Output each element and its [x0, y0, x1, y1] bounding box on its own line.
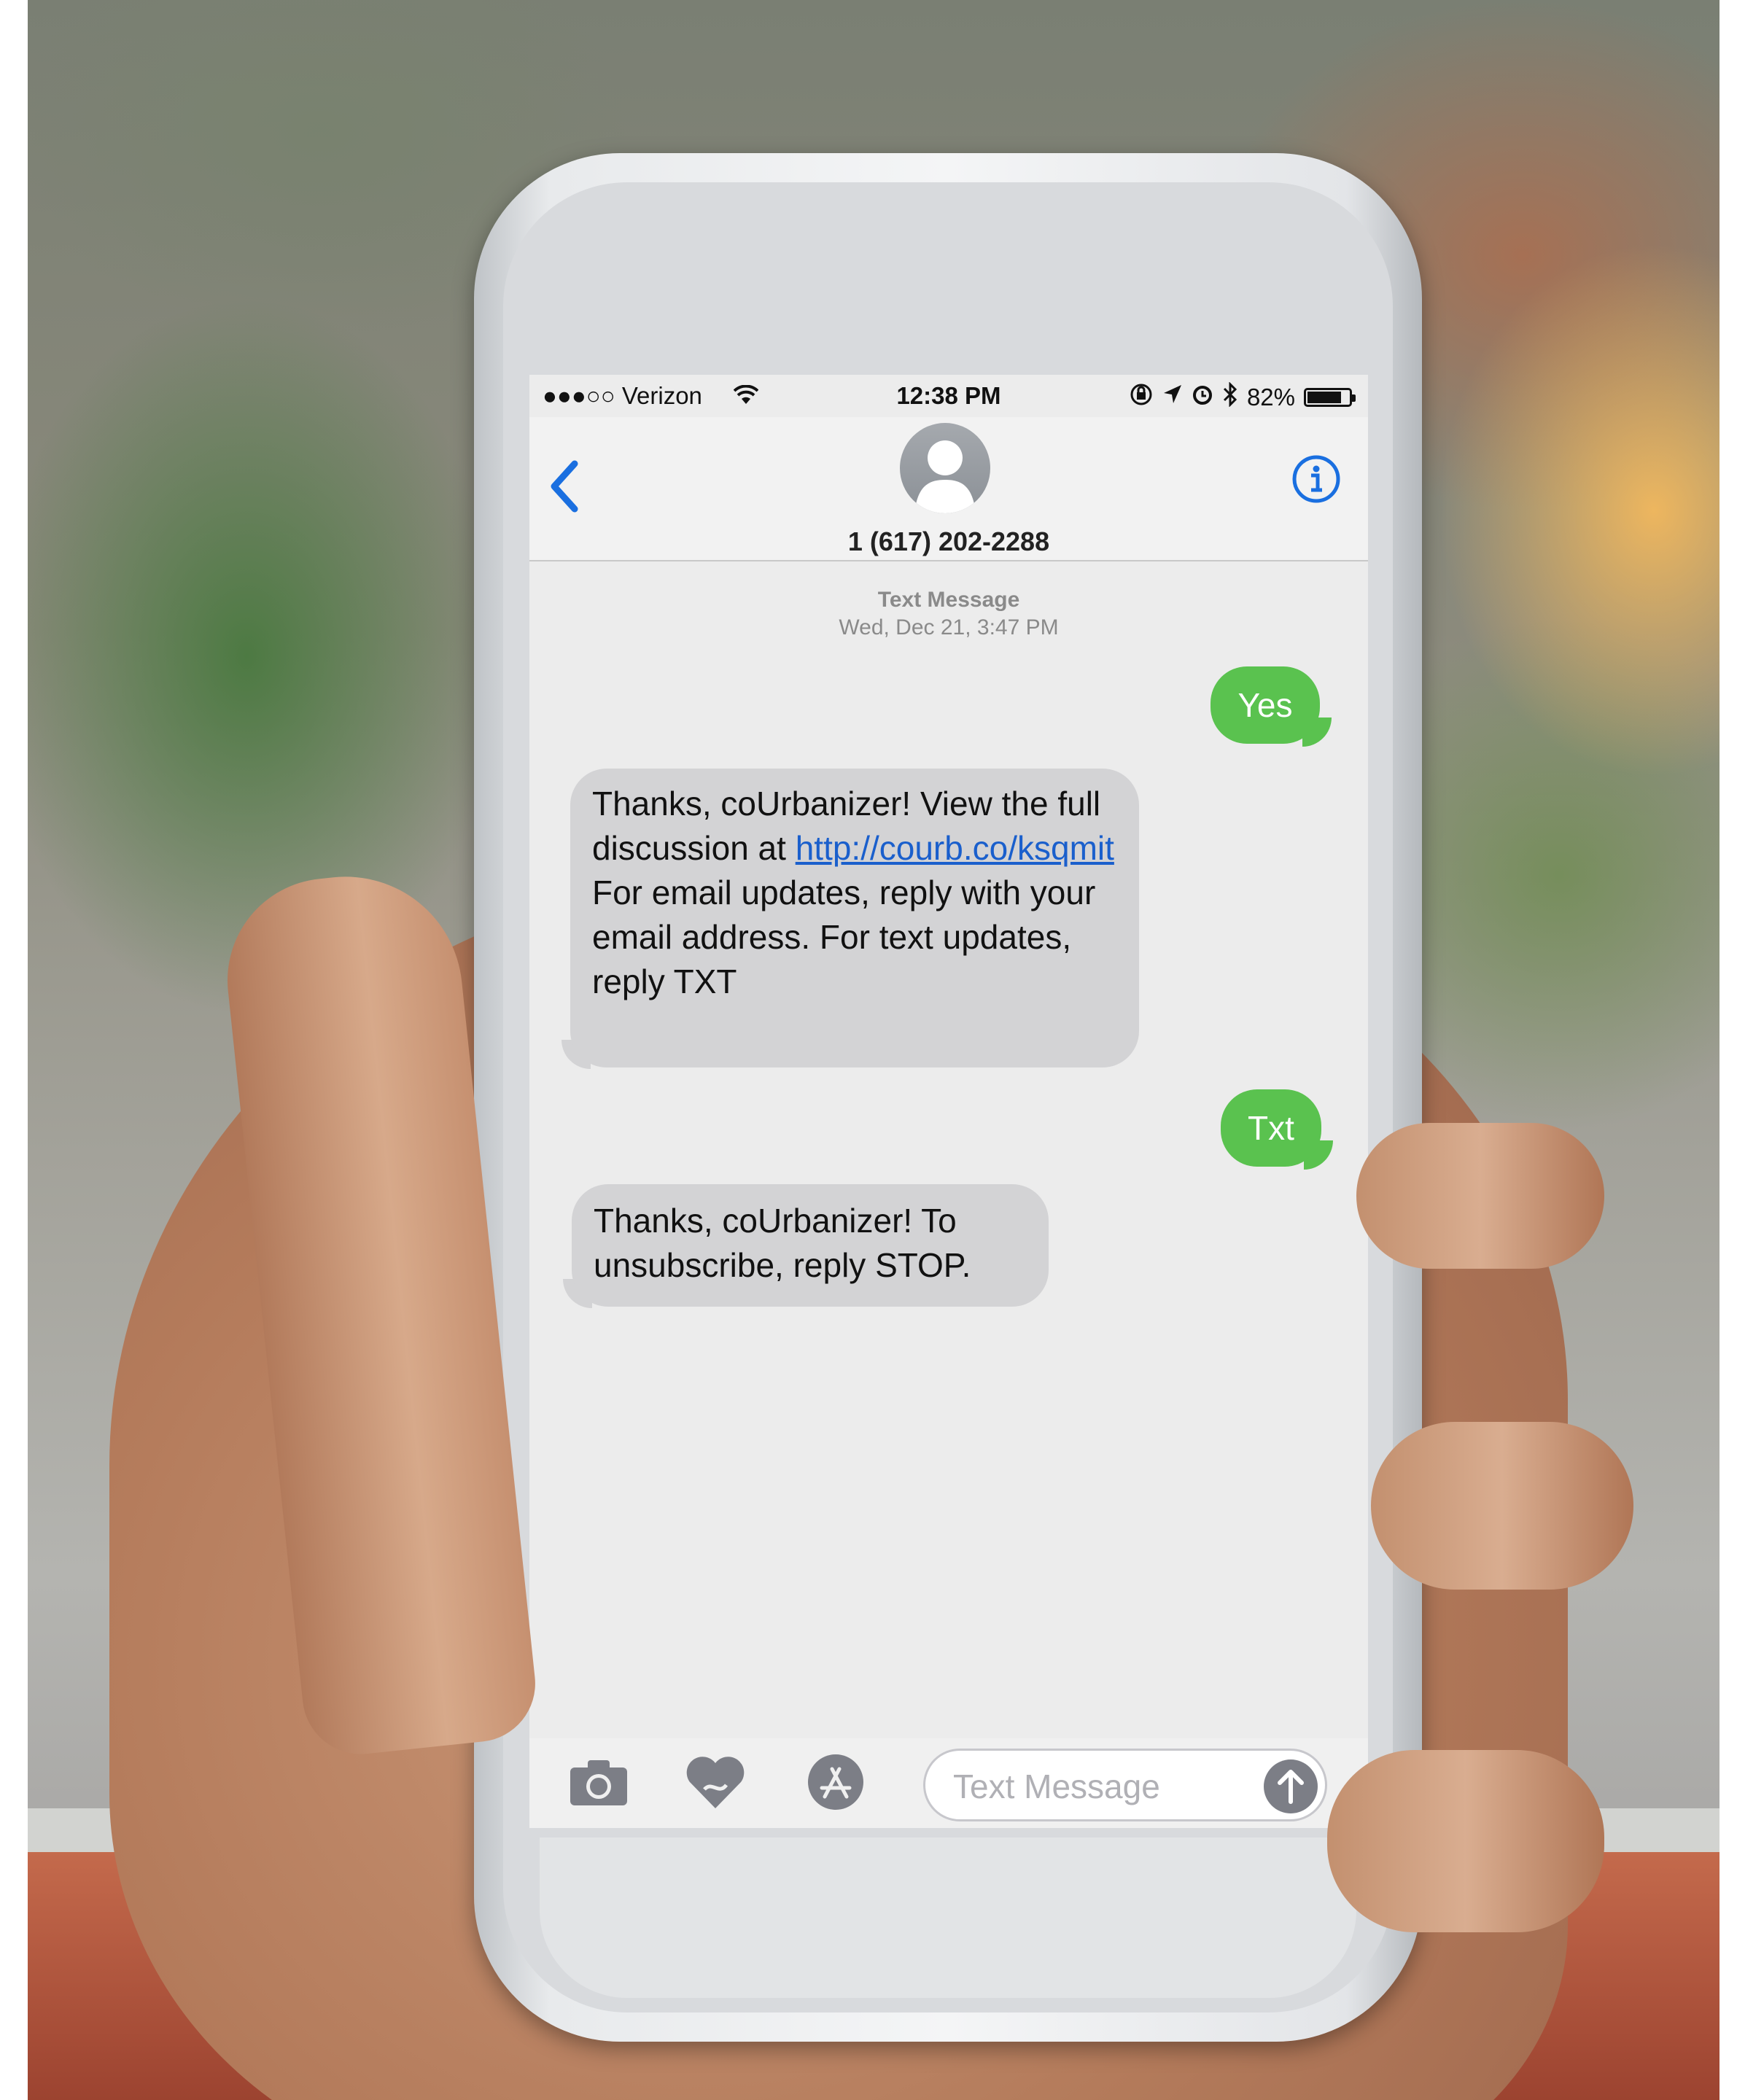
- send-arrow-icon[interactable]: [1264, 1759, 1318, 1813]
- phone-screen: ●●●○○ Verizon 12:38 PM 82% 1 (617) 202-2…: [529, 375, 1368, 1828]
- outgoing-message[interactable]: Yes: [1211, 666, 1320, 744]
- thread-timestamp: Text Message Wed, Dec 21, 3:47 PM: [529, 586, 1368, 642]
- message-text: Txt: [1248, 1108, 1294, 1147]
- finger: [1327, 1750, 1604, 1932]
- camera-icon[interactable]: [566, 1753, 632, 1811]
- incoming-message[interactable]: Thanks, coUrbanizer! To unsubscribe, rep…: [572, 1184, 1049, 1307]
- thread-date: Wed, Dec 21, 3:47 PM: [839, 615, 1059, 639]
- message-input[interactable]: [952, 1764, 1246, 1809]
- phone-chin: [540, 1838, 1356, 1998]
- status-indicators: 82%: [1129, 381, 1356, 413]
- app-store-icon[interactable]: [803, 1753, 868, 1811]
- rotation-lock-icon: [1129, 382, 1154, 413]
- info-icon[interactable]: [1291, 454, 1342, 505]
- contact-avatar[interactable]: [900, 423, 990, 513]
- battery-nub: [1352, 394, 1356, 402]
- bluetooth-icon: [1222, 381, 1238, 413]
- alarm-icon: [1192, 384, 1213, 411]
- outgoing-message[interactable]: Txt: [1221, 1089, 1321, 1167]
- right-margin: [1719, 0, 1737, 2100]
- message-text: For email updates, reply with your email…: [592, 874, 1096, 1000]
- chevron-left-icon[interactable]: [543, 454, 586, 519]
- message-input-field[interactable]: [923, 1749, 1327, 1821]
- contact-number[interactable]: 1 (617) 202-2288: [529, 526, 1368, 557]
- digital-touch-icon[interactable]: [683, 1753, 748, 1811]
- finger: [1371, 1422, 1633, 1590]
- message-link[interactable]: http://courb.co/ksqmit: [796, 829, 1114, 867]
- left-margin: [0, 0, 28, 2100]
- battery-level: [1307, 392, 1341, 403]
- battery-icon: [1304, 388, 1356, 407]
- compose-bar: [529, 1738, 1368, 1828]
- incoming-message[interactable]: Thanks, coUrbanizer! View the full discu…: [570, 769, 1139, 1068]
- message-text: Thanks, coUrbanizer! To unsubscribe, rep…: [594, 1202, 971, 1284]
- location-icon: [1162, 384, 1183, 411]
- finger: [1356, 1123, 1604, 1269]
- thread-label: Text Message: [877, 588, 1020, 612]
- message-text: Yes: [1237, 685, 1293, 724]
- conversation-header: 1 (617) 202-2288: [529, 417, 1368, 561]
- status-bar: ●●●○○ Verizon 12:38 PM 82%: [529, 375, 1368, 417]
- photo-scene: ●●●○○ Verizon 12:38 PM 82% 1 (617) 202-2…: [0, 0, 1737, 2100]
- battery-percent: 82%: [1246, 384, 1295, 411]
